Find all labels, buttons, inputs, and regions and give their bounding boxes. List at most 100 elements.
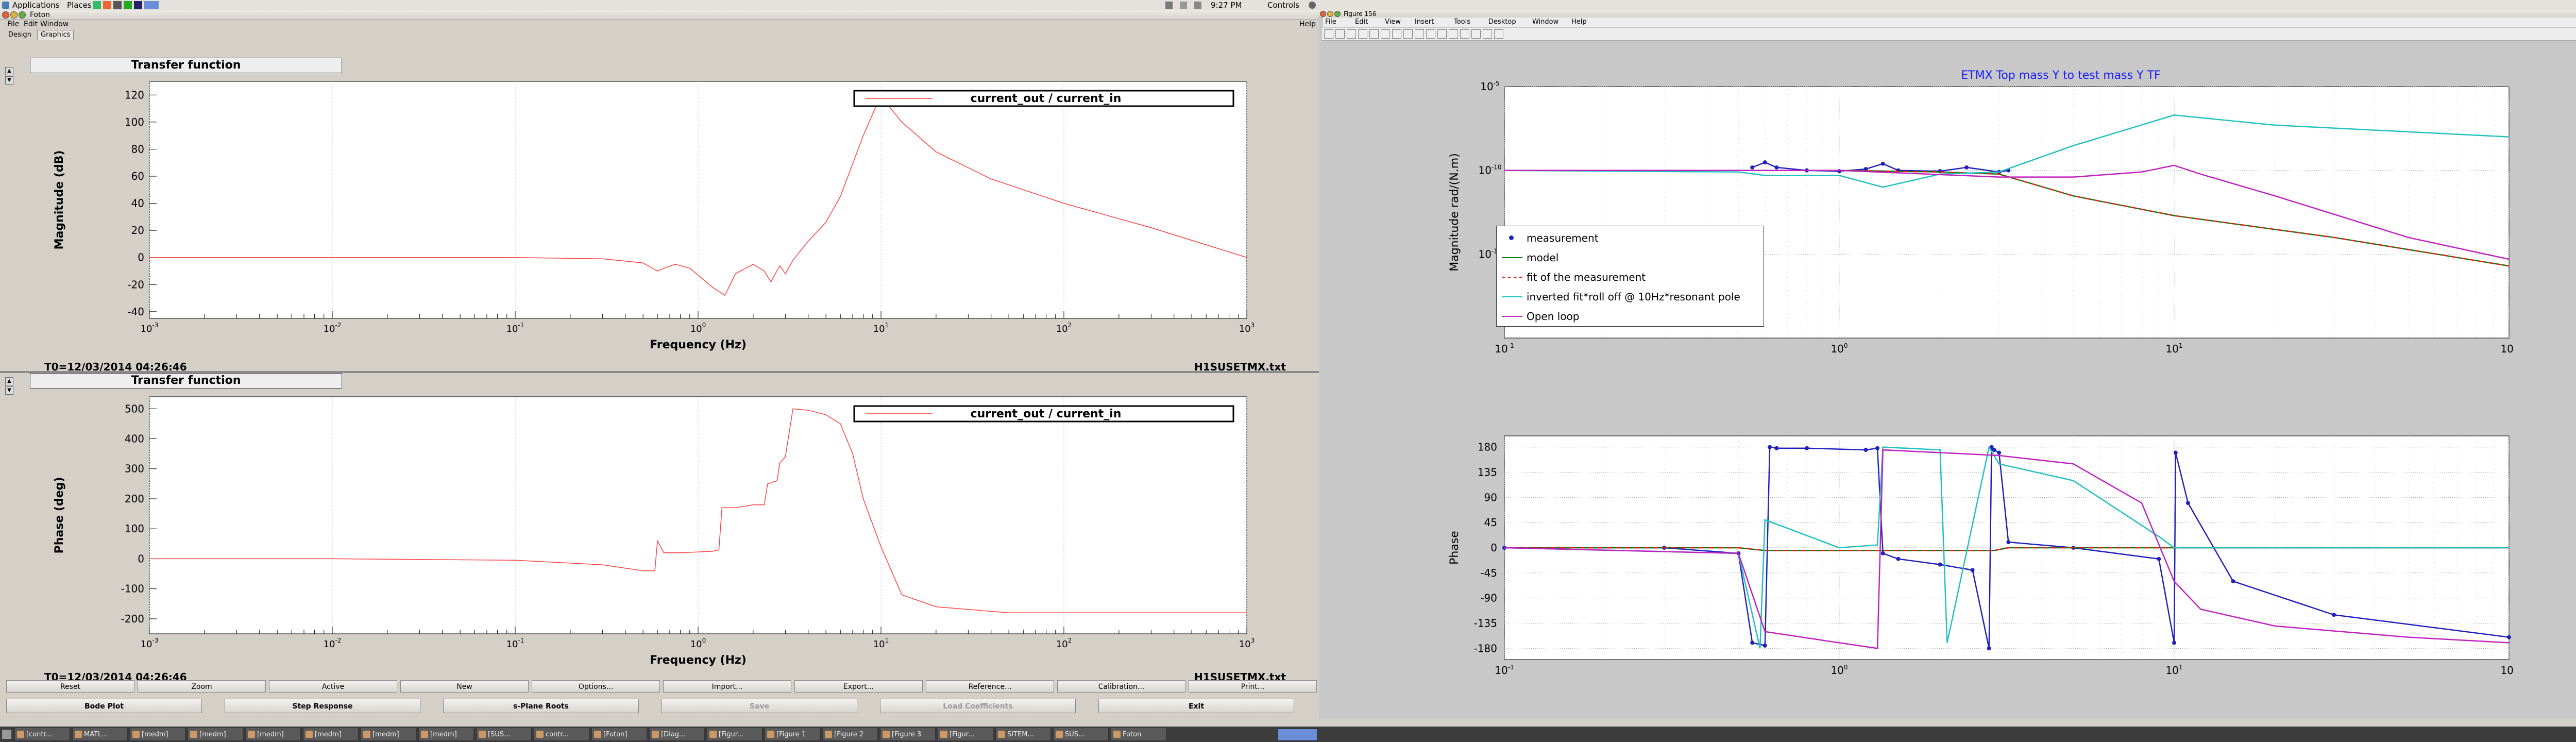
taskbar-window-button[interactable]: SITEM... <box>995 728 1051 741</box>
load-coefficients-button[interactable]: Load Coefficients <box>880 699 1076 713</box>
tab-graphics[interactable]: Graphics <box>37 30 74 40</box>
print-icon[interactable] <box>1358 29 1367 39</box>
maximize-icon[interactable] <box>19 11 26 19</box>
legend[interactable]: current_out / current_in <box>853 405 1234 423</box>
user-name[interactable]: Controls <box>1267 1 1299 10</box>
s-plane-roots-button[interactable]: s-Plane Roots <box>443 699 639 713</box>
pointer-icon[interactable] <box>1369 29 1379 39</box>
taskbar-window-button[interactable]: [Figur... <box>938 728 993 741</box>
menu-help[interactable]: Help <box>1571 18 1587 26</box>
launcher-icon[interactable] <box>144 1 159 9</box>
figure-phase-axes[interactable]: 10-1 100 101 102 180 135 90 45 0 -45 -90 -135 -180 Ph… <box>1432 423 2514 690</box>
save-button[interactable]: Save <box>662 699 857 713</box>
link-icon[interactable] <box>1449 29 1458 39</box>
menu-view[interactable]: View <box>1385 18 1401 26</box>
minimize-icon[interactable] <box>10 11 18 19</box>
taskbar-window-button[interactable]: [medm] <box>418 728 474 741</box>
menu-file[interactable]: File <box>7 20 19 28</box>
legend[interactable]: current_out / current_in <box>853 90 1234 107</box>
taskbar-window-button[interactable]: [Figure 2 <box>822 728 878 741</box>
minimize-icon[interactable] <box>1327 11 1333 17</box>
terminal-icon[interactable] <box>93 1 101 9</box>
pane-scroll-down-icon[interactable]: ▼ <box>5 386 13 395</box>
step-response-button[interactable]: Step Response <box>225 699 420 713</box>
show-desktop-icon[interactable] <box>2 730 11 739</box>
mail-icon[interactable] <box>1180 2 1187 9</box>
colorbar-icon[interactable] <box>1460 29 1469 39</box>
taskbar-window-button[interactable]: [Foton] <box>591 728 647 741</box>
close-icon[interactable] <box>2 11 9 19</box>
hide-plot-icon[interactable] <box>1483 29 1492 39</box>
taskbar-window-button[interactable]: contr... <box>534 728 589 741</box>
pan-icon[interactable] <box>1403 29 1413 39</box>
taskbar-window-button[interactable]: [medm] <box>245 728 301 741</box>
pane-scroll-down-icon[interactable]: ▼ <box>5 76 13 85</box>
menu-help[interactable]: Help <box>1299 20 1316 28</box>
datacursor-icon[interactable] <box>1426 29 1435 39</box>
firefox-icon[interactable] <box>103 1 111 9</box>
menu-edit[interactable]: Edit <box>1355 18 1368 26</box>
taskbar-window-button[interactable]: [Figur... <box>707 728 762 741</box>
active-button[interactable]: Active <box>269 680 397 693</box>
launcher-icon[interactable] <box>134 1 142 9</box>
apps-icon[interactable] <box>2 2 9 9</box>
taskbar-window-button[interactable]: MATL... <box>72 728 128 741</box>
taskbar-window-button[interactable]: SUS... <box>1053 728 1109 741</box>
taskbar-window-button[interactable]: [medm] <box>188 728 243 741</box>
reset-button[interactable]: Reset <box>6 680 134 693</box>
launcher-icon[interactable] <box>124 1 132 9</box>
pane-scroll-up-icon[interactable]: ▲ <box>5 67 13 75</box>
menu-applications[interactable]: Applications <box>12 1 60 10</box>
taskbar-window-button[interactable]: [Figure 1 <box>765 728 820 741</box>
taskbar-window-button[interactable]: [medm] <box>130 728 185 741</box>
new-button[interactable]: New <box>400 680 529 693</box>
taskbar-window-button[interactable]: [contr... <box>14 728 70 741</box>
clock[interactable]: 9:27 PM <box>1211 1 1242 10</box>
maximize-icon[interactable] <box>1334 11 1341 17</box>
show-plot-icon[interactable] <box>1494 29 1503 39</box>
network-icon[interactable] <box>1194 2 1201 9</box>
menu-insert[interactable]: Insert <box>1415 18 1434 26</box>
calibration-button[interactable]: Calibration... <box>1057 680 1185 693</box>
taskbar-window-button[interactable]: Foton <box>1111 728 1166 741</box>
magnitude-plot[interactable]: 10-3 10-2 10-1 100 101 102 103 120 100 80 60 40 20 0 -… <box>15 76 1303 365</box>
tab-design[interactable]: Design <box>5 31 35 39</box>
menu-window[interactable]: Window <box>40 20 69 28</box>
menu-file[interactable]: File <box>1325 18 1336 26</box>
launcher-icons[interactable] <box>93 1 185 9</box>
menu-desktop[interactable]: Desktop <box>1488 18 1516 26</box>
rotate-icon[interactable] <box>1415 29 1424 39</box>
bode-plot-button[interactable]: Bode Plot <box>6 699 202 713</box>
menu-window[interactable]: Window <box>1532 18 1558 26</box>
save-icon[interactable] <box>1347 29 1356 39</box>
pane-scroll-up-icon[interactable]: ▲ <box>5 377 13 385</box>
figure-legend[interactable]: measurement model fit of the measurement in… <box>1496 226 1764 327</box>
zoom-button[interactable]: Zoom <box>138 680 266 693</box>
brush-icon[interactable] <box>1437 29 1447 39</box>
open-icon[interactable] <box>1335 29 1345 39</box>
close-icon[interactable] <box>1320 11 1326 17</box>
taskbar-window-button[interactable]: [medm] <box>303 728 359 741</box>
foton-titlebar[interactable]: Foton <box>0 10 1319 20</box>
exit-button[interactable]: Exit <box>1098 699 1294 713</box>
menu-tools[interactable]: Tools <box>1454 18 1470 26</box>
phase-plot[interactable]: 10-3 10-2 10-1 100 101 102 103 500 400 300 200 100 0… <box>15 392 1303 680</box>
taskbar-window-button[interactable]: [medm] <box>361 728 416 741</box>
taskbar-window-button[interactable]: [Diag... <box>649 728 705 741</box>
menu-places[interactable]: Places <box>67 1 92 10</box>
figure-titlebar[interactable]: Figure 156 <box>1319 10 2576 18</box>
power-icon[interactable] <box>1309 2 1316 9</box>
options-button[interactable]: Options... <box>532 680 660 693</box>
export-button[interactable]: Export... <box>794 680 923 693</box>
new-file-icon[interactable] <box>1324 29 1333 39</box>
workspace-switcher[interactable] <box>1278 729 1318 741</box>
taskbar-window-button[interactable]: [SUS... <box>476 728 532 741</box>
zoom-in-icon[interactable] <box>1381 29 1390 39</box>
print-button[interactable]: Print... <box>1189 680 1317 693</box>
taskbar-window-button[interactable]: [Figure 3 <box>880 728 936 741</box>
launcher-icon[interactable] <box>113 1 122 9</box>
speaker-icon[interactable] <box>1165 2 1173 9</box>
menu-edit[interactable]: Edit <box>24 20 38 28</box>
legend-icon[interactable] <box>1471 29 1481 39</box>
import-button[interactable]: Import... <box>663 680 791 693</box>
